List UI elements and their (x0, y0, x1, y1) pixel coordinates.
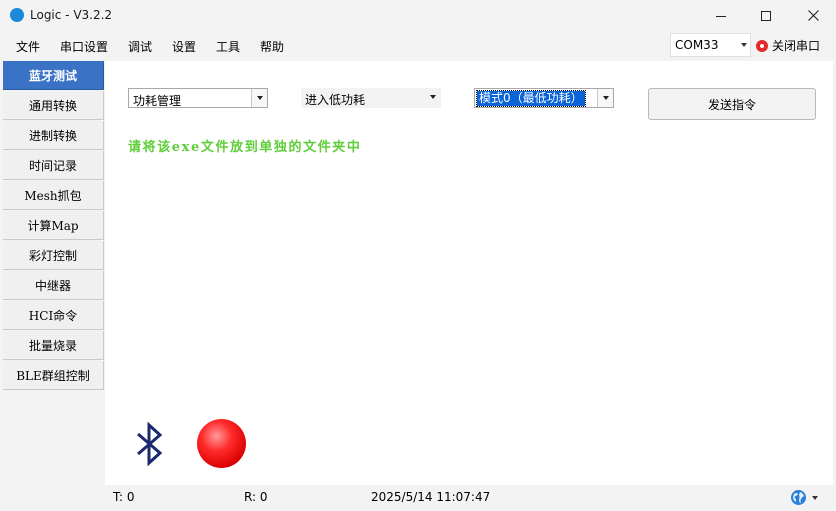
sidebar-item-ble-group-control[interactable]: BLE群组控制 (3, 361, 104, 390)
menu-debug[interactable]: 调试 (128, 38, 152, 55)
rx-counter: R: 0 (244, 490, 268, 504)
category-select[interactable]: 功耗管理 (128, 88, 268, 108)
sidebar-item-time-record[interactable]: 时间记录 (3, 151, 104, 180)
maximize-icon (761, 10, 771, 21)
connection-status-led (197, 419, 246, 468)
action-select-value: 进入低功耗 (305, 93, 366, 107)
window-title: Logic - V3.2.2 (30, 8, 113, 22)
close-icon (807, 10, 819, 21)
send-command-button[interactable]: 发送指令 (648, 88, 816, 120)
mode-select[interactable]: 模式0（最低功耗） (474, 88, 614, 108)
sidebar-item-batch-flash[interactable]: 批量烧录 (3, 331, 104, 360)
tx-counter: T: 0 (113, 490, 135, 504)
sidebar: 蓝牙测试 通用转换 进制转换 时间记录 Mesh抓包 计算Map 彩灯控制 中继… (3, 61, 105, 394)
port-select[interactable]: COM33 (670, 33, 751, 57)
close-port-button[interactable]: 关闭串口 (756, 37, 820, 54)
sidebar-item-radix-convert[interactable]: 进制转换 (3, 121, 104, 150)
action-select[interactable]: 进入低功耗 (301, 88, 441, 108)
sidebar-item-mesh-capture[interactable]: Mesh抓包 (3, 181, 104, 210)
globe-icon[interactable] (790, 489, 807, 506)
menu-file[interactable]: 文件 (16, 38, 40, 55)
bluetooth-icon (137, 422, 163, 466)
port-select-value: COM33 (675, 38, 719, 52)
status-bar: T: 0 R: 0 2025/5/14 11:07:47 (0, 485, 836, 511)
chevron-down-icon (425, 88, 441, 106)
maximize-button[interactable] (743, 0, 789, 31)
chevron-down-icon (251, 89, 267, 107)
main-panel: 功耗管理 进入低功耗 模式0（最低功耗） 发送指令 请将该exe文件放到单独的文… (105, 61, 833, 485)
stop-icon (756, 39, 768, 52)
chevron-down-icon[interactable] (812, 496, 818, 500)
chevron-down-icon (741, 43, 747, 47)
status-datetime: 2025/5/14 11:07:47 (371, 490, 491, 504)
sidebar-item-bluetooth-test[interactable]: 蓝牙测试 (3, 61, 104, 90)
menu-settings[interactable]: 设置 (172, 38, 196, 55)
sidebar-item-calc-map[interactable]: 计算Map (3, 211, 104, 240)
notice-text: 请将该exe文件放到单独的文件夹中 (128, 140, 362, 155)
sidebar-item-light-control[interactable]: 彩灯控制 (3, 241, 104, 270)
sidebar-item-general-convert[interactable]: 通用转换 (3, 91, 104, 120)
close-window-button[interactable] (790, 0, 836, 31)
menu-help[interactable]: 帮助 (260, 38, 284, 55)
menu-serial-settings[interactable]: 串口设置 (60, 38, 108, 55)
title-bar: Logic - V3.2.2 (0, 0, 836, 31)
minimize-icon (716, 15, 726, 17)
app-icon (10, 8, 24, 22)
close-port-label: 关闭串口 (772, 39, 821, 53)
mode-select-value: 模式0（最低功耗） (476, 90, 586, 107)
sidebar-item-repeater[interactable]: 中继器 (3, 271, 104, 300)
menu-tools[interactable]: 工具 (216, 38, 240, 55)
sidebar-item-hci-command[interactable]: HCI命令 (3, 301, 104, 330)
minimize-button[interactable] (698, 0, 744, 31)
category-select-value: 功耗管理 (133, 94, 182, 108)
chevron-down-icon (597, 89, 613, 107)
